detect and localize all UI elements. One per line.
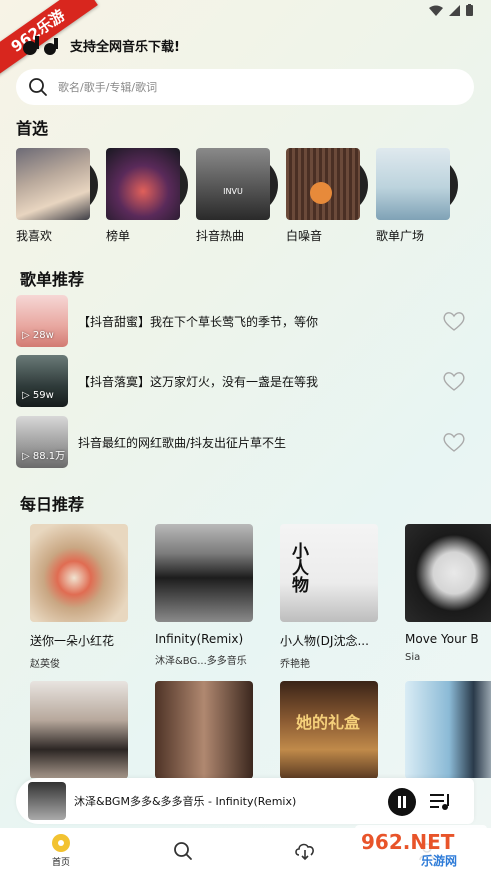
app-logo [23,36,58,55]
song-cover-text: 小人物 [288,542,308,593]
pick-cover [286,148,368,220]
pick-label: 抖音热曲 [196,229,245,243]
status-icons [429,4,473,16]
song-cover: 她的礼盒 [280,681,378,778]
daily-song-card[interactable] [16,681,128,778]
pause-button[interactable] [388,788,416,816]
watermark-logo: 962.NET 乐游网 [355,825,487,869]
daily-song-card[interactable]: 小人物 小人物(DJ沈念... 乔艳艳 [266,524,378,670]
pick-cover [376,148,458,220]
pick-label: 白噪音 [286,229,323,243]
picks-row: 我喜欢 榜单 INVU 抖音热曲 白噪音 歌单广场 [16,148,491,248]
daily-row: 送你一朵小红花 赵英俊 Infinity(Remix) 沐泽&BG...多多音乐… [16,524,491,674]
now-playing-cover [28,782,66,820]
song-artist: 赵英俊 [30,659,60,670]
svg-text:962.NET: 962.NET [361,830,455,854]
pick-label: 我喜欢 [16,229,53,243]
tab-home[interactable]: 首页 [0,828,122,873]
daily-song-card[interactable]: 她的礼盒 [266,681,378,778]
now-playing-title: 沐泽&BGM多多&多多音乐 - Infinity(Remix) [74,795,297,808]
mini-player[interactable]: 沐泽&BGM多多&多多音乐 - Infinity(Remix) [16,778,474,824]
song-cover [405,681,491,778]
daily-song-card[interactable] [391,681,491,778]
song-artist: Sia [405,652,421,663]
song-cover: 小人物 [280,524,378,622]
playlist-cover: ▷ 28w [16,295,68,347]
pick-item-charts[interactable]: 榜单 [106,148,190,244]
search-icon [174,841,192,860]
song-title: Infinity(Remix) [155,632,244,646]
pick-cover [16,148,98,220]
playlist-title: 抖音最红的网红歌曲/抖友出征片草不生 [78,436,287,450]
daily-song-card[interactable]: Infinity(Remix) 沐泽&BG...多多音乐 [141,524,253,667]
wifi-icon [429,5,443,16]
song-title: 送你一朵小红花 [30,634,115,648]
playlist-title: 【抖音甜蜜】我在下个草长莺飞的季节，等你 [78,315,319,329]
pick-item-favorites[interactable]: 我喜欢 [16,148,100,244]
tab-download[interactable] [244,828,366,873]
playlist-queue-icon[interactable] [428,790,452,812]
search-placeholder: 歌名/歌手/专辑/歌词 [58,81,158,94]
daily-song-card[interactable]: 送你一朵小红花 赵英俊 [16,524,128,670]
song-cover [155,681,253,778]
pick-cover: INVU [196,148,278,220]
song-title: 小人物(DJ沈念... [280,634,369,648]
pick-cover [106,148,188,220]
playlist-item[interactable]: ▷ 28w 【抖音甜蜜】我在下个草长莺飞的季节，等你 [16,295,476,347]
song-cover-text: 她的礼盒 [296,713,361,732]
download-cloud-icon [295,843,314,860]
pick-item-white-noise[interactable]: 白噪音 [286,148,370,244]
playlist-item[interactable]: ▷ 59w 【抖音落寞】这万家灯火，没有一盏是在等我 [16,355,476,407]
playlist-title: 【抖音落寞】这万家灯火，没有一盏是在等我 [78,375,319,389]
search-input[interactable]: 歌名/歌手/专辑/歌词 [16,69,474,105]
playlist-cover: ▷ 59w [16,355,68,407]
signal-icon [449,4,460,16]
search-icon [29,78,47,96]
battery-icon [466,4,473,16]
pick-cover-text: INVU [223,186,243,196]
song-title: Move Your B [405,632,479,646]
pick-item-playlist-square[interactable]: 歌单广场 [376,148,460,244]
pick-label: 榜单 [106,229,131,243]
heart-icon[interactable] [442,310,466,332]
playlist-cover: ▷ 88.1万 [16,416,68,468]
pick-label: 歌单广场 [376,229,425,243]
pick-item-douyin-hits[interactable]: INVU 抖音热曲 [196,148,280,244]
heart-icon[interactable] [442,370,466,392]
daily-song-card[interactable]: Move Your B Sia [391,524,491,663]
daily-song-card[interactable] [141,681,253,778]
play-count: ▷ 59w [22,390,54,401]
home-disc-icon [52,834,70,852]
daily-row: 她的礼盒 [16,681,491,778]
playlist-item[interactable]: ▷ 88.1万 抖音最红的网红歌曲/抖友出征片草不生 [16,416,476,468]
song-cover [405,524,491,622]
song-cover [30,524,128,622]
app-slogan: 支持全网音乐下载! [70,40,180,55]
song-artist: 乔艳艳 [280,659,310,670]
section-title-picks: 首选 [16,119,49,138]
song-cover [30,681,128,778]
section-title-daily: 每日推荐 [20,495,85,514]
svg-text:乐游网: 乐游网 [421,853,457,868]
play-count: ▷ 88.1万 [22,451,66,462]
play-count: ▷ 28w [22,330,54,341]
tab-search[interactable] [122,828,244,873]
tab-label: 首页 [51,858,70,868]
song-cover [155,524,253,622]
heart-icon[interactable] [442,431,466,453]
section-title-playlists: 歌单推荐 [20,270,85,289]
song-artist: 沐泽&BG...多多音乐 [155,656,247,667]
